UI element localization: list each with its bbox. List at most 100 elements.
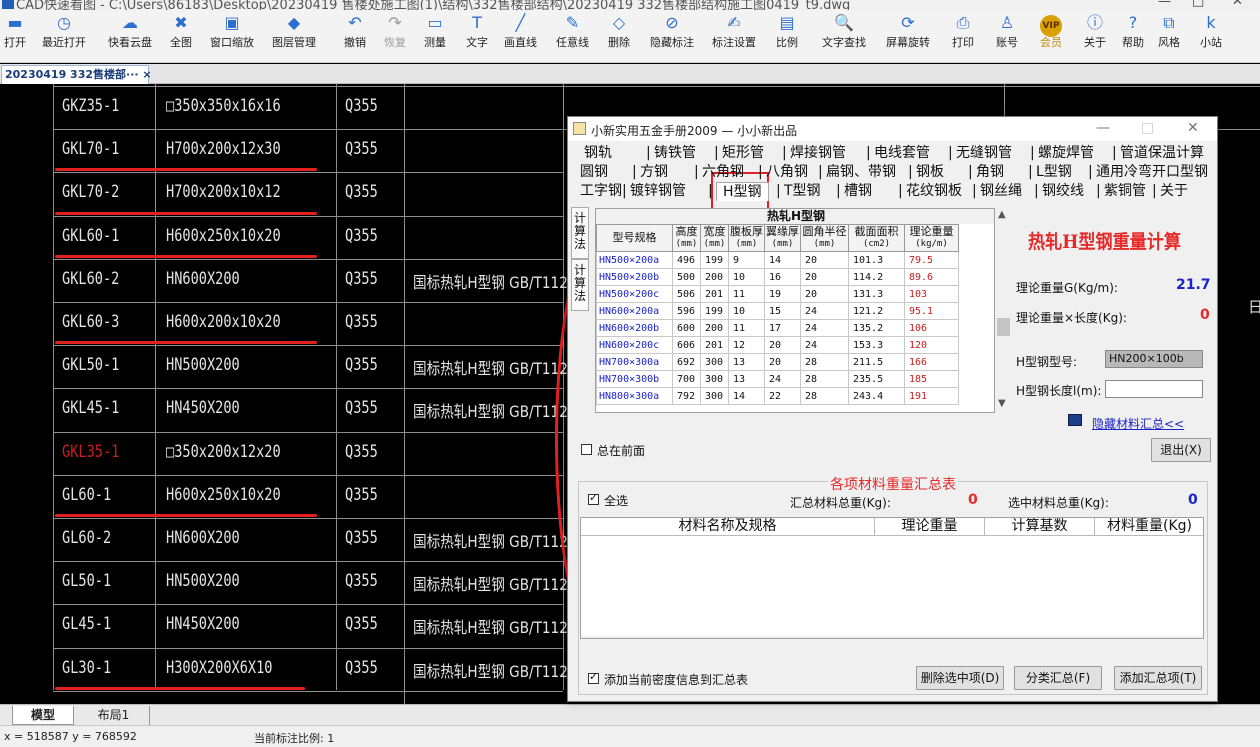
tab-0-5[interactable]: 无缝钢管 — [956, 144, 1012, 162]
toolbar-button-layers[interactable]: ◆ 图层管理 — [272, 10, 316, 63]
close-icon[interactable]: ✕ — [1232, 0, 1243, 9]
tab-0-0[interactable]: 钢轨 — [584, 144, 612, 162]
dialog-close-icon[interactable]: ✕ — [1187, 120, 1199, 136]
scroll-down-icon[interactable]: ▼ — [998, 398, 1006, 409]
toolbar-button-window-zoom[interactable]: ▣ 窗口缩放 — [210, 10, 254, 63]
tab-2-6[interactable]: 钢丝绳 — [980, 182, 1022, 200]
table-row[interactable]: HN600×200c 606 201 12 20 24 153.3 120 — [596, 336, 959, 354]
tab-0-7[interactable]: 管道保温计算 — [1120, 144, 1204, 162]
hide-summary-link[interactable]: 隐藏材料汇总<< — [1092, 415, 1184, 432]
scroll-left-icon[interactable]: ‹ — [585, 636, 590, 638]
table-row[interactable]: HN800×300a 792 300 14 22 28 243.4 191 — [596, 387, 959, 405]
tab-0-2[interactable]: 矩形管 — [722, 144, 764, 162]
document-tab[interactable]: 20230419 332售楼部··· × — [1, 65, 152, 84]
tab-2-4[interactable]: 槽钢 — [844, 182, 872, 200]
toolbar-button-redo[interactable]: ↷ 恢复 — [384, 10, 406, 63]
toolbar-button-text-search[interactable]: 🔍 文字查找 — [822, 10, 866, 63]
table-horizontal-scrollbar[interactable] — [595, 413, 995, 427]
tab-1-2[interactable]: 六角钢 — [702, 163, 744, 181]
spec-header-5[interactable]: 圆角半径 (mm) — [800, 224, 849, 252]
tab-layout1[interactable]: 布局1 — [78, 706, 150, 725]
col-material-weight[interactable]: 材料重量(Kg) — [1095, 518, 1203, 536]
maximize-icon[interactable]: □ — [1192, 0, 1204, 9]
toolbar-button-style[interactable]: ⧉ 风格 — [1158, 10, 1180, 63]
list-scroll-thumb[interactable] — [599, 638, 1159, 639]
toolbar-button-print[interactable]: ⎙ 打印 — [952, 10, 974, 63]
side-tab-2[interactable]: 计算法 — [571, 259, 589, 311]
tab-1-1[interactable]: 方钢 — [640, 163, 668, 181]
toolbar-button-eraser[interactable]: ◇ 删除 — [608, 10, 630, 63]
toolbar-button-mark-settings[interactable]: ✍ 标注设置 — [712, 10, 756, 63]
col-theoretical-weight[interactable]: 理论重量 — [875, 518, 985, 536]
tab-0-3[interactable]: 焊接钢管 — [790, 144, 846, 162]
table-row[interactable]: HN700×300a 692 300 13 20 28 211.5 166 — [596, 353, 959, 371]
add-summary-button[interactable]: 添加汇总项(T) — [1114, 666, 1202, 690]
col-calc-base[interactable]: 计算基数 — [985, 518, 1095, 536]
tab-1-4[interactable]: 扁钢、带钢 — [826, 163, 896, 181]
tab-1-7[interactable]: L型钢 — [1036, 163, 1072, 181]
tab-1-6[interactable]: 角钢 — [976, 163, 1004, 181]
exit-button[interactable]: 退出(X) — [1151, 438, 1211, 462]
add-density-checkbox[interactable] — [588, 670, 599, 684]
tab-0-4[interactable]: 电线套管 — [874, 144, 930, 162]
table-row[interactable]: HN500×200a 496 199 9 14 20 101.3 79.5 — [596, 251, 959, 269]
spec-header-3[interactable]: 腹板厚 (mm) — [728, 224, 765, 252]
dialog-maximize-icon[interactable]: □ — [1141, 120, 1154, 136]
toolbar-button-account[interactable]: ♙ 账号 — [996, 10, 1018, 63]
scroll-right-icon[interactable]: › — [1191, 636, 1196, 638]
toolbar-button-hide-mark[interactable]: ⊘ 隐藏标注 — [650, 10, 694, 63]
tab-0-6[interactable]: 螺旋焊管 — [1038, 144, 1094, 162]
table-row[interactable]: HN600×200b 600 200 11 17 24 135.2 106 — [596, 319, 959, 337]
select-all-checkbox[interactable] — [588, 491, 599, 505]
tab-2-8[interactable]: 紫铜管 — [1104, 182, 1146, 200]
tab-1-5[interactable]: 钢板 — [916, 163, 944, 181]
tab-1-0[interactable]: 圆钢 — [580, 163, 608, 181]
toolbar-button-site[interactable]: k 小站 — [1200, 10, 1222, 63]
tab-model[interactable]: 模型 — [12, 706, 74, 725]
col-material-name[interactable]: 材料名称及规格 — [581, 518, 875, 536]
toolbar-button-recent[interactable]: ◷ 最近打开 — [42, 10, 86, 63]
delete-selected-button[interactable]: 删除选中项(D) — [916, 666, 1004, 690]
table-row[interactable]: HN500×200c 506 201 11 19 20 131.3 103 — [596, 285, 959, 303]
model-field[interactable]: HN200×100b — [1105, 350, 1203, 368]
tab-2-1[interactable]: 镀锌钢管 — [630, 182, 686, 200]
table-row[interactable]: HN600×200a 596 199 10 15 24 121.2 95.1 — [596, 302, 959, 320]
tab-2-0[interactable]: 工字钢 — [580, 182, 622, 200]
tab-1-8[interactable]: 通用冷弯开口型钢 — [1096, 163, 1208, 181]
toolbar-button-fullview[interactable]: ✖ 全图 — [170, 10, 192, 63]
summary-list[interactable]: 材料名称及规格 理论重量 计算基数 材料重量(Kg) ‹ › — [580, 517, 1204, 639]
tab-0-1[interactable]: 铸铁管 — [654, 144, 696, 162]
toolbar-button-folder[interactable]: ▬ 打开 — [4, 10, 26, 63]
always-on-top-checkbox[interactable] — [581, 444, 592, 455]
tab-1-3[interactable]: 八角钢 — [766, 163, 808, 181]
toolbar-button-vip[interactable]: VIP 会员 — [1040, 10, 1062, 63]
toolbar-button-line[interactable]: ╱ 画直线 — [504, 10, 537, 63]
length-field[interactable] — [1105, 380, 1203, 398]
dialog-minimize-icon[interactable]: — — [1096, 120, 1110, 136]
table-row[interactable]: HN500×200b 500 200 10 16 20 114.2 89.6 — [596, 268, 959, 286]
tab-2-5[interactable]: 花纹钢板 — [906, 182, 962, 200]
spec-header-6[interactable]: 截面面积 (cm2) — [848, 224, 905, 252]
list-horizontal-scrollbar[interactable]: ‹ › — [581, 636, 1203, 639]
toolbar-button-measure[interactable]: ▭ 测量 — [424, 10, 446, 63]
toolbar-button-rotate[interactable]: ⟳ 屏幕旋转 — [886, 10, 930, 63]
tab-2-2[interactable]: H型钢 — [716, 182, 769, 201]
spec-header-0[interactable]: 型号规格 — [596, 224, 673, 252]
toolbar-button-cloud[interactable]: ☁ 快看云盘 — [108, 10, 152, 63]
minimize-icon[interactable]: — — [1158, 0, 1171, 9]
toolbar-button-freeline[interactable]: ✎ 任意线 — [556, 10, 589, 63]
scroll-thumb[interactable] — [997, 318, 1010, 336]
table-vertical-scrollbar[interactable]: ▲ ▼ — [996, 208, 1011, 413]
toolbar-button-text[interactable]: T 文字 — [466, 10, 488, 63]
toolbar-button-scale[interactable]: ▤ 比例 — [776, 10, 798, 63]
toolbar-button-undo[interactable]: ↶ 撤销 — [344, 10, 366, 63]
toolbar-button-help[interactable]: ? 帮助 — [1122, 10, 1144, 63]
spec-header-4[interactable]: 翼缘厚 (mm) — [764, 224, 801, 252]
table-row[interactable]: HN700×300b 700 300 13 24 28 235.5 185 — [596, 370, 959, 388]
scroll-up-icon[interactable]: ▲ — [998, 209, 1006, 220]
classify-summary-button[interactable]: 分类汇总(F) — [1014, 666, 1102, 690]
toolbar-button-info[interactable]: ⓘ 关于 — [1084, 10, 1106, 63]
tab-2-7[interactable]: 钢绞线 — [1042, 182, 1084, 200]
spec-header-2[interactable]: 宽度 (mm) — [700, 224, 729, 252]
tab-2-3[interactable]: T型钢 — [784, 182, 821, 200]
